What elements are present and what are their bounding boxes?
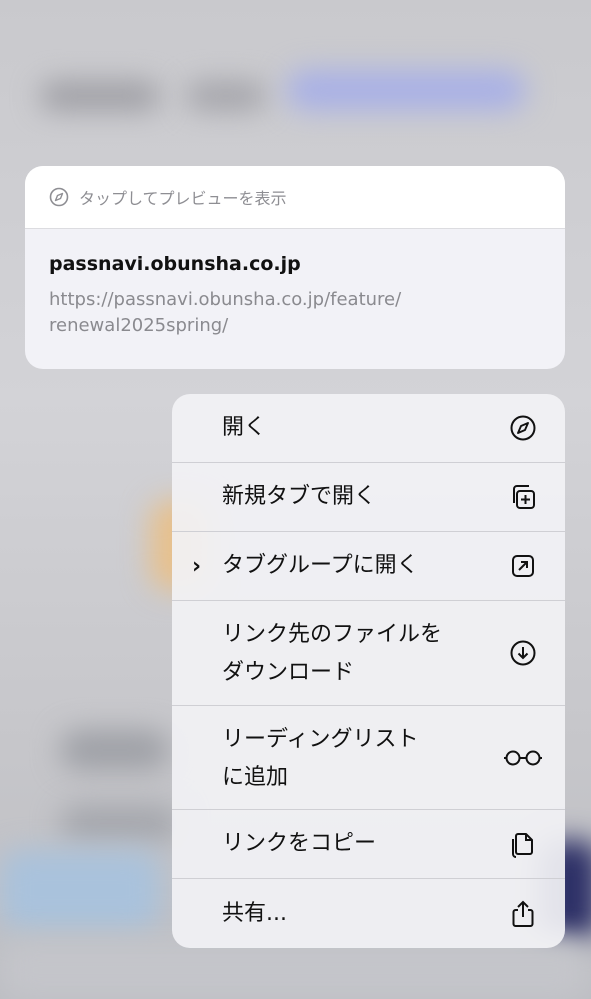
bg-blur	[0, 850, 160, 930]
bg-blur	[286, 70, 526, 110]
compass-icon	[509, 414, 537, 442]
menu-item-label-line: に追加	[222, 765, 289, 790]
bg-blur	[186, 82, 266, 110]
context-menu: 開く 新規タブで開く › タブグループに開く リンク先のファイルを ダウンロード…	[172, 394, 565, 948]
menu-item-label: 共有...	[222, 900, 287, 926]
preview-url-line: renewal2025spring/	[49, 315, 229, 336]
menu-item-label-line: リンク先のファイルを	[222, 622, 443, 647]
menu-item-download-linked-file[interactable]: リンク先のファイルを ダウンロード	[172, 601, 565, 706]
preview-url-line: https://passnavi.obunsha.co.jp/feature/	[49, 289, 402, 310]
preview-url: https://passnavi.obunsha.co.jp/feature/ …	[49, 287, 541, 339]
menu-item-copy-link[interactable]: リンクをコピー	[172, 810, 565, 879]
compass-icon	[49, 187, 69, 207]
share-icon	[509, 900, 537, 928]
preview-domain: passnavi.obunsha.co.jp	[49, 253, 301, 275]
doc-copy-icon	[509, 830, 537, 858]
menu-item-open-new-tab[interactable]: 新規タブで開く	[172, 463, 565, 532]
menu-item-label-line: リーディングリスト	[222, 727, 419, 752]
bg-blur	[60, 730, 170, 770]
plus-square-icon	[509, 483, 537, 511]
menu-item-label: 開く	[222, 415, 267, 440]
link-preview-card[interactable]: タップしてプレビューを表示 passnavi.obunsha.co.jp htt…	[25, 166, 565, 369]
preview-hint: タップしてプレビューを表示	[79, 189, 287, 208]
glasses-icon	[503, 744, 543, 772]
menu-item-label: リンク先のファイルを ダウンロード	[222, 619, 442, 689]
menu-item-add-to-reading-list[interactable]: リーディングリスト に追加	[172, 706, 565, 810]
arrow-up-right-square-icon	[509, 552, 537, 580]
menu-item-open-in-tab-group[interactable]: › タブグループに開く	[172, 532, 565, 601]
menu-item-label-line: ダウンロード	[222, 660, 355, 685]
menu-item-share[interactable]: 共有...	[172, 879, 565, 948]
menu-item-open[interactable]: 開く	[172, 394, 565, 463]
preview-header[interactable]: タップしてプレビューを表示	[25, 166, 565, 229]
chevron-right-icon: ›	[192, 553, 202, 579]
arrow-down-circle-icon	[509, 639, 537, 667]
bg-blur	[60, 805, 180, 841]
menu-item-label: リーディングリスト に追加	[222, 724, 418, 794]
menu-item-label: リンクをコピー	[222, 831, 377, 856]
bg-blur	[40, 82, 160, 110]
menu-item-label: 新規タブで開く	[222, 484, 377, 509]
bg-blur	[0, 940, 591, 999]
menu-item-label: タブグループに開く	[222, 553, 419, 578]
